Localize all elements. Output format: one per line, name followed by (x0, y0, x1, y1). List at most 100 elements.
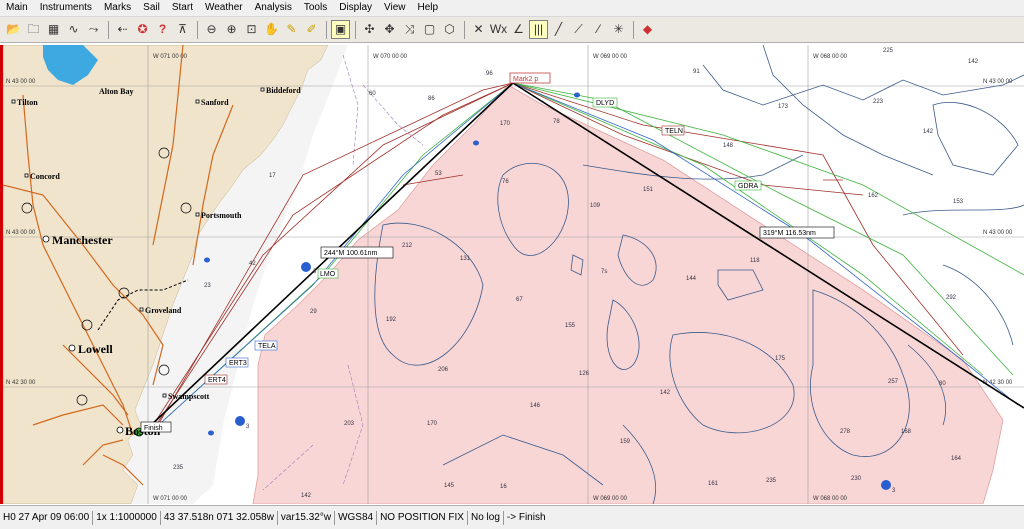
zoom-box-icon[interactable]: ⊡ (242, 20, 261, 39)
depth-sounding: 292 (946, 295, 957, 301)
zoom-in-icon[interactable]: ⊕ (222, 20, 241, 39)
bars-tool-icon[interactable]: ||| (529, 20, 548, 39)
menu-item-view[interactable]: View (378, 0, 412, 16)
status-segment: WGS84 (335, 510, 378, 525)
menu-item-help[interactable]: Help (412, 0, 445, 16)
highlighter-icon[interactable]: ✐ (302, 20, 321, 39)
cross-tool-icon[interactable]: ✕ (469, 20, 488, 39)
pencil-icon[interactable]: ✎ (282, 20, 301, 39)
depth-sounding: 175 (775, 356, 786, 362)
chart-canvas[interactable]: W 071 00 00 W 070 00 00 W 069 00 00 W 06… (3, 45, 1024, 504)
depth-sounding: 223 (873, 99, 884, 105)
depth-sounding: 142 (660, 390, 671, 396)
depth-sounding: 161 (708, 481, 719, 487)
menu-item-start[interactable]: Start (166, 0, 199, 16)
menu-item-main[interactable]: Main (0, 0, 34, 16)
status-segment: No log (468, 510, 504, 525)
depth-sounding: 23 (204, 283, 211, 289)
town-manchester: Manchester (52, 233, 113, 247)
route-icon[interactable]: ∿ (64, 20, 83, 39)
folder-icon[interactable]: 🗀 (24, 20, 43, 39)
depth-sounding: 16 (500, 484, 507, 490)
town-biddeford: Biddeford (266, 86, 301, 95)
undo-arrow-icon[interactable]: ⇠ (113, 20, 132, 39)
waypoint-mark2: Mark2 p (513, 76, 538, 83)
polygon-tool-icon[interactable]: ⬡ (440, 20, 459, 39)
depth-sounding: 118 (750, 258, 760, 264)
toolbar-separator (197, 20, 198, 39)
slash-tool-icon[interactable]: ⁄ (589, 20, 608, 39)
route-edit-icon[interactable]: ⤳ (84, 20, 103, 39)
depth-sounding: 7s (601, 269, 607, 275)
lon-label: W 069 00 00 (593, 54, 628, 60)
nav-chart[interactable]: W 071 00 00 W 070 00 00 W 069 00 00 W 06… (0, 45, 1024, 504)
depth-sounding: 230 (851, 476, 862, 482)
depth-sounding: 96 (486, 71, 493, 77)
waypoint-gdra: GDRA (738, 183, 759, 190)
diamond-stop-icon[interactable]: ◆ (638, 20, 657, 39)
depth-sounding: 257 (888, 379, 899, 385)
toolbar-separator (633, 20, 634, 39)
depth-sounding: 164 (951, 456, 962, 462)
town-portsmouth: Portsmouth (201, 211, 242, 220)
buoy-marker (301, 262, 311, 272)
menu-item-tools[interactable]: Tools (298, 0, 333, 16)
line-tool-icon[interactable]: ╱ (549, 20, 568, 39)
depth-sounding: 131 (460, 256, 471, 262)
town-alton-bay: Alton Bay (99, 87, 133, 96)
square-tool-icon[interactable]: ▢ (420, 20, 439, 39)
depth-sounding: 155 (565, 323, 576, 329)
track-tool-icon[interactable]: ⤨ (400, 20, 419, 39)
open-folder-icon[interactable]: 📂 (4, 20, 23, 39)
polyline-tool-icon[interactable]: ⟋ (569, 20, 588, 39)
status-bar: H0 27 Apr 09 06:00 1x 1:1000000 43 37.518n… (0, 505, 1024, 529)
angle-tool-icon[interactable]: ∠ (509, 20, 528, 39)
leg-label-1: 244°M 100.61nm (324, 249, 378, 257)
depth-sounding: 145 (444, 483, 455, 489)
menu-item-sail[interactable]: Sail (137, 0, 166, 16)
menu-item-weather[interactable]: Weather (199, 0, 249, 16)
depth-sounding: 146 (530, 403, 541, 409)
depth-sounding: 148 (723, 143, 734, 149)
question-icon[interactable]: ? (153, 20, 172, 39)
depth-sounding: 17 (269, 173, 276, 179)
depth-sounding: 153 (953, 199, 964, 205)
calendar-icon[interactable]: ▦ (44, 20, 63, 39)
menu-item-marks[interactable]: Marks (98, 0, 137, 16)
depth-sounding: 67 (516, 297, 523, 303)
town-concord: Concord (30, 172, 60, 181)
lat-label: N 43 00 00 (6, 79, 36, 85)
depth-sounding: 29 (310, 309, 317, 315)
lat-label: N 43 00 00 (6, 230, 36, 236)
menu-item-analysis[interactable]: Analysis (249, 0, 298, 16)
note-icon[interactable]: ▣ (331, 20, 350, 39)
waypoint-lmo: LMO (320, 271, 336, 278)
depth-sounding: 170 (427, 421, 438, 427)
menu-item-display[interactable]: Display (333, 0, 378, 16)
mark-tool-icon[interactable]: ✥ (380, 20, 399, 39)
zoom-out-icon[interactable]: ⊖ (202, 20, 221, 39)
lat-label: N 42 30 00 (6, 380, 36, 386)
compass-icon[interactable]: ⊼ (173, 20, 192, 39)
waypoint-ert3: ERT3 (229, 360, 247, 367)
depth-sounding: 206 (438, 367, 449, 373)
waypoint-tool-icon[interactable]: ✣ (360, 20, 379, 39)
depth-sounding: 170 (500, 121, 511, 127)
depth-sounding: 109 (590, 203, 601, 209)
depth-sounding: 159 (620, 439, 631, 445)
toolbar-separator (464, 20, 465, 39)
menu-item-instruments[interactable]: Instruments (34, 0, 98, 16)
depth-sounding: 235 (766, 478, 777, 484)
wind-tool-icon[interactable]: Wx (489, 20, 508, 39)
depth-sounding: 235 (173, 465, 184, 471)
status-segment: 1x 1:1000000 (93, 510, 161, 525)
depth-sounding: 76 (502, 179, 509, 185)
town-sanford: Sanford (201, 98, 229, 107)
lon-label: W 069 00 00 (593, 496, 628, 502)
depth-sounding: 168 (901, 429, 912, 435)
star-tool-icon[interactable]: ✳ (609, 20, 628, 39)
toolbar-separator (326, 20, 327, 39)
life-ring-icon[interactable]: ✪ (133, 20, 152, 39)
pan-hand-icon[interactable]: ✋ (262, 20, 281, 39)
status-segment: 43 37.518n 071 32.058w (161, 510, 278, 525)
